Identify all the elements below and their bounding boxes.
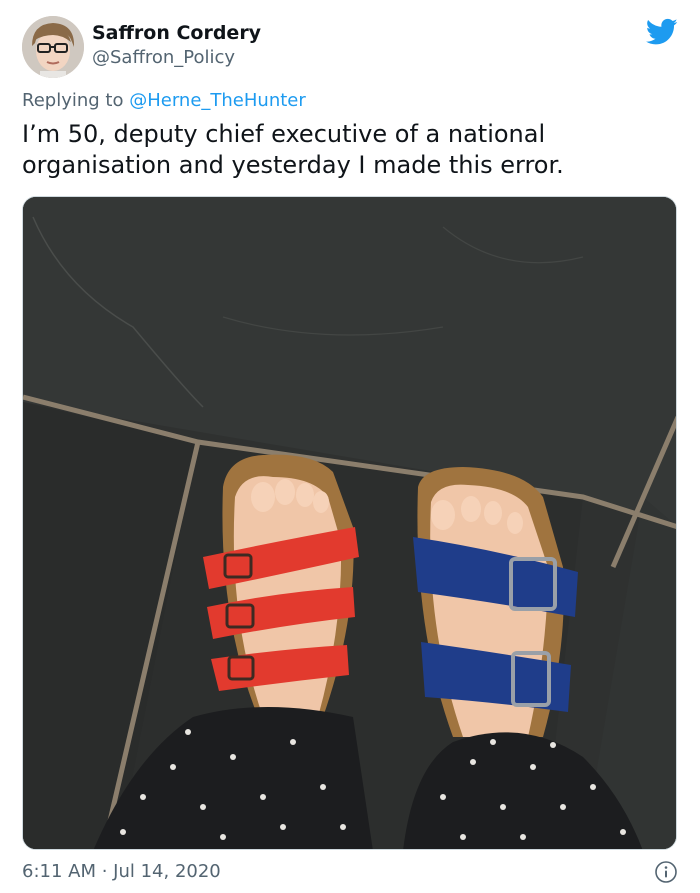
author-handle[interactable]: @Saffron_Policy	[92, 47, 235, 68]
tweet-card: Saffron Cordery @Saffron_Policy Replying…	[0, 0, 700, 893]
avatar[interactable]	[22, 16, 84, 78]
tweet-timestamp[interactable]: 6:11 AM · Jul 14, 2020	[22, 861, 221, 882]
reply-prefix: Replying to	[22, 90, 124, 111]
twitter-bird-icon[interactable]	[646, 18, 678, 46]
reply-mention-link[interactable]: @Herne_TheHunter	[129, 90, 306, 111]
tweet-text: I’m 50, deputy chief executive of a nati…	[22, 120, 564, 179]
reply-context: Replying to @Herne_TheHunter	[22, 90, 306, 111]
avatar-image	[22, 16, 84, 78]
info-icon[interactable]	[654, 860, 678, 884]
tweet-photo[interactable]	[22, 196, 677, 850]
photo-mismatched-sandals-image	[23, 197, 676, 849]
author-display-name[interactable]: Saffron Cordery	[92, 22, 261, 44]
